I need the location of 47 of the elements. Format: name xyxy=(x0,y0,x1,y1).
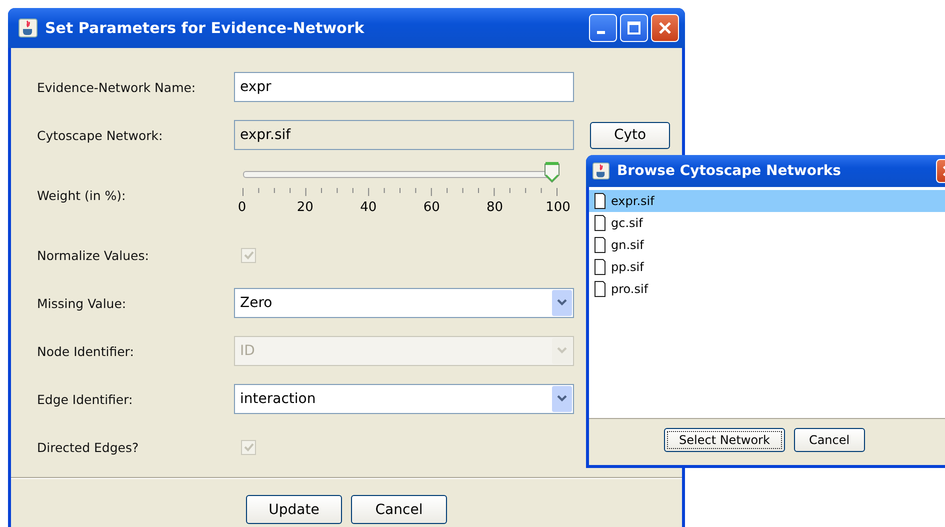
tick-label: 0 xyxy=(238,200,246,215)
file-item[interactable]: pp.sif xyxy=(589,256,945,278)
minimize-button[interactable] xyxy=(589,14,617,42)
file-icon xyxy=(594,259,606,275)
close-button[interactable] xyxy=(651,14,679,42)
file-icon xyxy=(594,281,606,297)
tick-label: 100 xyxy=(546,200,570,215)
tick-label: 60 xyxy=(423,200,440,215)
file-icon xyxy=(594,193,606,209)
network-field[interactable]: expr.sif xyxy=(234,120,574,150)
field-label: Directed Edges? xyxy=(37,440,140,454)
file-icon xyxy=(594,237,606,253)
field-label: Cytoscape Network: xyxy=(37,128,164,142)
dialog-button[interactable]: Update xyxy=(246,495,342,524)
field-label: Evidence-Network Name: xyxy=(37,80,197,94)
cyto-button[interactable]: Cyto xyxy=(590,122,670,148)
dropdown[interactable]: interaction xyxy=(234,384,574,414)
maximize-icon xyxy=(627,21,641,35)
chevron-down-icon xyxy=(556,299,568,307)
dialog-button[interactable]: Cancel xyxy=(351,495,447,524)
close-icon xyxy=(658,21,672,35)
field-label: Normalize Values: xyxy=(37,248,150,262)
maximize-button[interactable] xyxy=(620,14,648,42)
dialog-button[interactable]: Cancel xyxy=(794,428,865,452)
name-input-field[interactable]: expr xyxy=(234,72,574,102)
coffee-cup-icon xyxy=(18,18,38,38)
file-item[interactable]: pro.sif xyxy=(589,278,945,300)
file-item[interactable]: expr.sif xyxy=(589,190,945,212)
field-label: Missing Value: xyxy=(37,296,128,310)
tick-label: 20 xyxy=(296,200,314,215)
coffee-cup-icon xyxy=(592,162,610,180)
window-title: Set Parameters for Evidence-Network xyxy=(45,19,366,37)
file-item[interactable]: gn.sif xyxy=(589,234,945,256)
file-icon xyxy=(594,215,606,231)
field-label: Edge Identifier: xyxy=(37,392,134,406)
tick-label: 80 xyxy=(486,200,504,215)
slider-thumb[interactable] xyxy=(544,160,560,182)
minimize-icon xyxy=(597,31,605,34)
tick-label: 40 xyxy=(360,200,377,215)
dialog-button[interactable]: Select Network xyxy=(664,428,785,452)
dropdown[interactable]: Zero xyxy=(234,288,574,318)
file-item[interactable]: gc.sif xyxy=(589,212,945,234)
window-title: Browse Cytoscape Networks xyxy=(617,163,842,179)
field-label: Weight (in %): xyxy=(37,188,127,202)
field-label: Node Identifier: xyxy=(37,344,135,358)
chevron-down-icon xyxy=(556,395,568,403)
chevron-down-icon xyxy=(556,347,568,355)
